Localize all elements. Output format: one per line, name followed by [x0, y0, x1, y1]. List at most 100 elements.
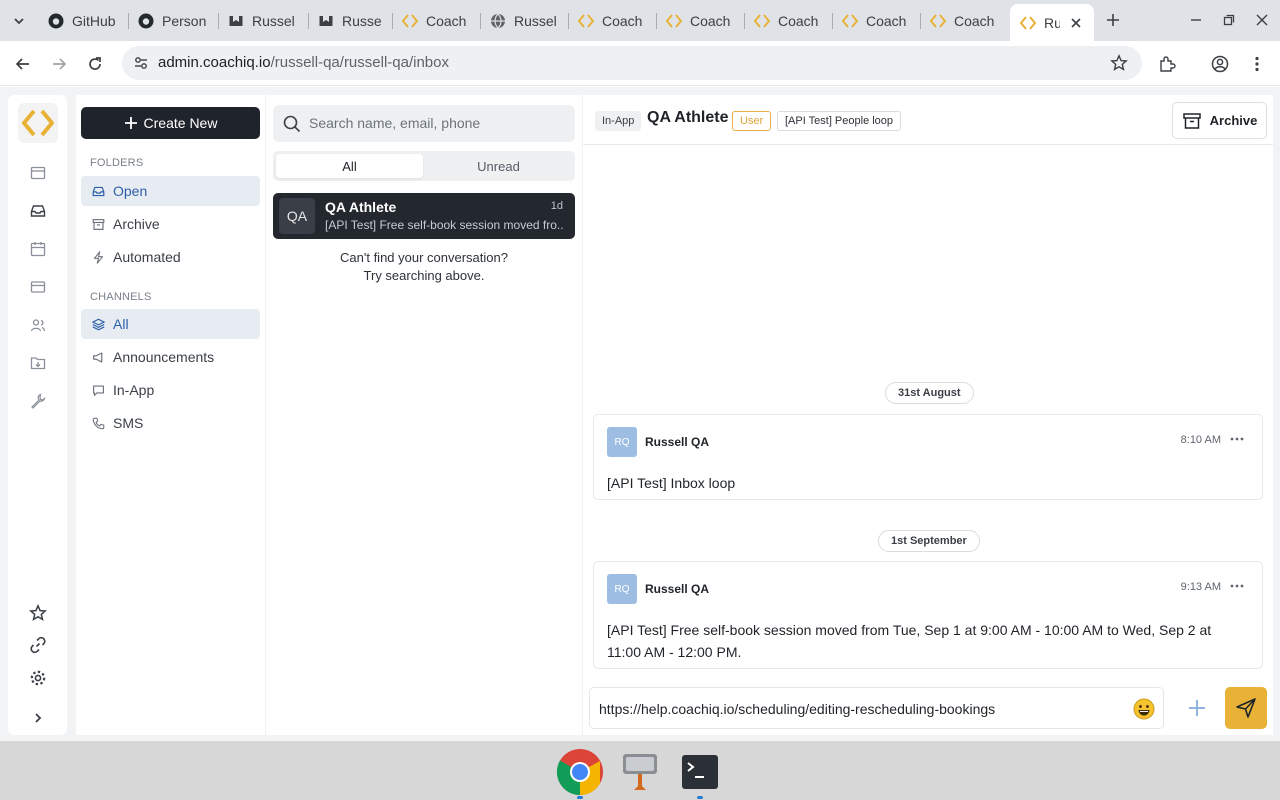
inbox-icon[interactable] [28, 201, 48, 221]
message-sender: Russell QA [645, 435, 710, 449]
search-box [273, 105, 575, 142]
folder-download-icon[interactable] [28, 353, 48, 373]
bolt-icon [91, 250, 105, 264]
search-input[interactable] [309, 113, 569, 133]
coachiq-icon [1020, 15, 1036, 31]
back-arrow-icon[interactable] [11, 52, 35, 76]
address-bar[interactable]: admin.coachiq.io/russell-qa/russell-qa/i… [122, 46, 1142, 80]
wrench-icon[interactable] [28, 391, 48, 411]
settings-gear-icon[interactable] [28, 668, 48, 688]
message-sender: Russell QA [645, 582, 710, 596]
forward-arrow-icon[interactable] [47, 52, 71, 76]
expand-chevron-icon[interactable] [28, 708, 48, 728]
message-card: RQ Russell QA 9:13 AM [API Test] Free se… [593, 561, 1263, 669]
site-settings-icon[interactable] [132, 54, 150, 72]
filter-all-tab[interactable]: All [276, 154, 423, 178]
coachiq-icon [666, 13, 682, 29]
create-new-button[interactable]: Create New [81, 107, 260, 139]
send-icon [1236, 698, 1256, 718]
folder-open[interactable]: Open [81, 176, 260, 206]
browser-tab[interactable]: Coach [392, 6, 480, 35]
minimize-icon[interactable] [1186, 10, 1206, 30]
browser-tab[interactable]: GitHub [38, 6, 128, 35]
users-icon[interactable] [28, 315, 48, 335]
chat-header: In-App QA Athlete User [API Test] People… [583, 95, 1273, 145]
browser-tab-active[interactable]: Ru [1010, 4, 1094, 41]
reload-icon[interactable] [83, 52, 107, 76]
coachiq-icon [402, 13, 418, 29]
folders-section-title: FOLDERS [90, 157, 144, 169]
message-time: 8:10 AM [1180, 434, 1221, 446]
browser-tab[interactable]: Russel [218, 6, 308, 35]
coachiq-icon [842, 13, 858, 29]
channels-section-title: CHANNELS [90, 291, 152, 303]
calendar-icon[interactable] [28, 239, 48, 259]
browser-tab-strip: GitHub Person Russel Russel Coach Russel… [0, 0, 1280, 41]
link-icon[interactable] [28, 635, 48, 655]
folder-archive[interactable]: Archive [81, 209, 260, 239]
new-tab-icon[interactable] [1103, 10, 1123, 30]
add-attachment-button[interactable] [1177, 687, 1217, 729]
archive-icon [91, 217, 105, 231]
calendar-board-icon[interactable] [28, 163, 48, 183]
folders-panel: Create New FOLDERS Open Archive Automate… [76, 95, 265, 735]
profile-icon[interactable] [1208, 52, 1232, 76]
plus-icon [1189, 700, 1205, 716]
message-card: RQ Russell QA 8:10 AM [API Test] Inbox l… [593, 414, 1263, 500]
message-body: [API Test] Inbox loop [607, 475, 736, 491]
tab-search-chevron-icon[interactable] [8, 10, 30, 32]
conversation-preview: [API Test] Free self-book session moved … [325, 218, 563, 232]
search-icon [283, 115, 301, 133]
conversation-item[interactable]: QA QA Athlete 1d [API Test] Free self-bo… [273, 193, 575, 239]
app-launcher-icon[interactable] [615, 747, 665, 797]
browser-tab[interactable]: Coach [744, 6, 832, 35]
browser-tab[interactable]: Person [128, 6, 218, 35]
chrome-icon[interactable] [555, 747, 605, 797]
conversation-name: QA Athlete [325, 199, 397, 215]
restore-icon[interactable] [1219, 10, 1239, 30]
globe-icon [490, 13, 506, 29]
avatar: QA [279, 198, 315, 234]
avatar: RQ [607, 574, 637, 604]
nav-rail [8, 95, 67, 735]
github-icon [138, 13, 154, 29]
folder-automated[interactable]: Automated [81, 242, 260, 272]
date-separator: 31st August [885, 382, 974, 404]
emoji-icon[interactable] [1133, 698, 1155, 720]
megaphone-icon [91, 350, 105, 364]
channel-all[interactable]: All [81, 309, 260, 339]
more-options-icon[interactable] [1228, 578, 1246, 594]
terminal-icon[interactable] [675, 747, 725, 797]
browser-tab[interactable]: Coach [832, 6, 920, 35]
coachiq-logo[interactable] [18, 103, 58, 143]
credit-card-icon[interactable] [28, 277, 48, 297]
message-time: 9:13 AM [1180, 581, 1221, 593]
send-button[interactable] [1225, 687, 1267, 729]
archive-button[interactable]: Archive [1172, 102, 1267, 139]
layers-icon [91, 317, 105, 331]
avatar: RQ [607, 427, 637, 457]
star-icon[interactable] [28, 603, 48, 623]
filter-unread-tab[interactable]: Unread [425, 154, 572, 178]
browser-tab[interactable]: Russel [308, 6, 392, 35]
github-icon [48, 13, 64, 29]
group-badge[interactable]: [API Test] People loop [777, 111, 902, 131]
channel-announcements[interactable]: Announcements [81, 342, 260, 372]
browser-tab[interactable]: Coach [920, 6, 1008, 35]
channel-sms[interactable]: SMS [81, 408, 260, 438]
close-tab-icon[interactable] [1068, 15, 1084, 31]
browser-tab[interactable]: Russel [480, 6, 568, 35]
channel-in-app[interactable]: In-App [81, 375, 260, 405]
browser-tab[interactable]: Coach [568, 6, 656, 35]
message-input[interactable] [599, 699, 1129, 719]
bookmark-star-icon[interactable] [1110, 54, 1128, 72]
close-window-icon[interactable] [1252, 10, 1272, 30]
chat-panel: In-App QA Athlete User [API Test] People… [583, 95, 1273, 735]
extensions-icon[interactable] [1155, 52, 1179, 76]
browser-tab[interactable]: Coach [656, 6, 744, 35]
os-taskbar [0, 741, 1280, 800]
more-options-icon[interactable] [1228, 431, 1246, 447]
chat-icon [91, 383, 105, 397]
browser-menu-icon[interactable] [1245, 52, 1269, 76]
plus-icon [124, 117, 137, 129]
